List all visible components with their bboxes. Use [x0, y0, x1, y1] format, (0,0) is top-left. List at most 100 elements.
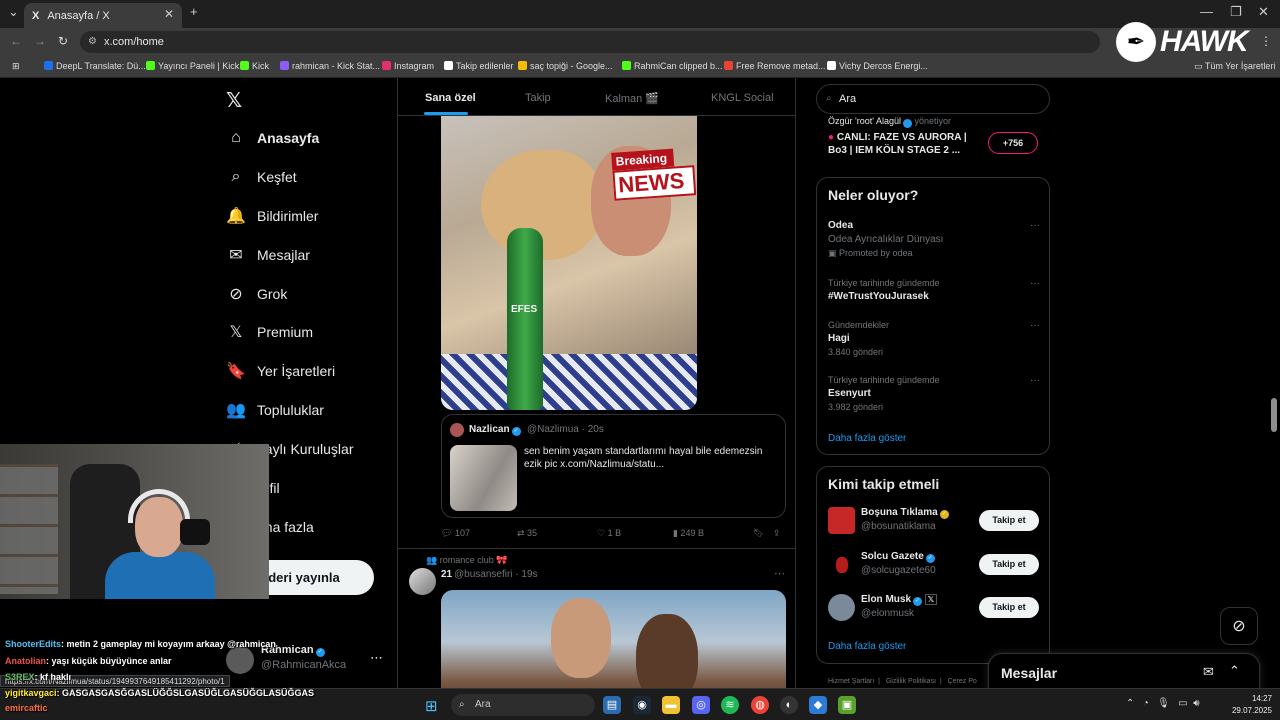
messages-drawer[interactable]: Mesajlar ✉ ⌃	[988, 653, 1260, 693]
obs-icon[interactable]: ◐	[780, 696, 798, 714]
nav-notifications[interactable]: 🔔 Bildirimler	[226, 202, 318, 230]
quote-thumbnail[interactable]	[450, 445, 517, 511]
follow-suggestion[interactable]: Solcu Gazete ✓ @solcugazete60 Takip et	[828, 549, 1040, 581]
follow-suggestion[interactable]: Elon Musk ✓ 𝕏 @elonmusk Takip et	[828, 592, 1040, 624]
account-more-icon[interactable]: ⋯	[370, 650, 383, 666]
follow-suggestion[interactable]: Boşuna Tıklama ✓ @bosunatiklama Takip et	[828, 505, 1040, 537]
browser-menu-icon[interactable]: ⋮	[1260, 34, 1272, 48]
bookmark-deepl[interactable]: DeepL Translate: Dü...	[44, 61, 146, 71]
nav-explore[interactable]: ⌕ Keşfet	[226, 163, 297, 191]
share-icon[interactable]: ⇪	[773, 528, 781, 539]
views-button[interactable]: ▮ 249 B	[673, 528, 704, 539]
follow-button[interactable]: Takip et	[979, 597, 1039, 618]
follow-button[interactable]: Takip et	[979, 554, 1039, 575]
nav-home[interactable]: ⌂ Anasayfa	[226, 124, 319, 152]
reload-icon[interactable]: ↻	[58, 34, 68, 48]
tab-kngl-social[interactable]: KNGL Social	[711, 92, 774, 104]
avatar[interactable]	[409, 568, 436, 595]
chrome-icon[interactable]: ◍	[751, 696, 769, 714]
file-explorer-icon[interactable]: ▬	[662, 696, 680, 714]
display-icon[interactable]: ▭	[1178, 698, 1187, 709]
privacy-link[interactable]: Gizlilik Politikası	[886, 678, 936, 685]
clock[interactable]: 14:27 29.07.2025	[1222, 693, 1272, 717]
site-info-icon[interactable]: ⚙	[88, 31, 97, 53]
windows-start-icon[interactable]: ⊞	[425, 697, 438, 715]
reply-button[interactable]: 💬︎ 107	[441, 528, 470, 539]
bookmark-clipped[interactable]: RahmiCan clipped b...	[622, 61, 723, 71]
bookmark-kick-stats[interactable]: rahmican - Kick Stat...	[280, 61, 380, 71]
trend-more-icon[interactable]: ···	[1030, 278, 1040, 289]
steam-icon[interactable]: ◉	[633, 696, 651, 714]
active-tab-indicator	[424, 112, 468, 115]
bookmark-instagram[interactable]: Instagram	[382, 61, 434, 71]
tab-for-you[interactable]: Sana özel	[425, 92, 476, 104]
man-shape	[551, 598, 611, 678]
nav-premium[interactable]: 𝕏 Premium	[226, 318, 313, 346]
spotify-icon[interactable]: ≋	[721, 696, 739, 714]
home-icon: ⌂	[231, 129, 241, 146]
terms-link[interactable]: Hizmet Şartları	[828, 678, 874, 685]
close-window-icon[interactable]: ✕	[1258, 4, 1269, 20]
trend-more-icon[interactable]: ···	[1030, 375, 1040, 386]
new-tab-button[interactable]: +	[190, 4, 198, 19]
url-field[interactable]: ⚙ x.com/home	[80, 31, 1100, 53]
new-message-icon[interactable]: ✉	[1203, 664, 1214, 680]
nav-communities[interactable]: 👥 Topluluklar	[226, 396, 324, 424]
show-more-link[interactable]: Daha fazla göster	[828, 433, 906, 444]
trend-item[interactable]: Türkiye tarihinde gündemde #WeTrustYouJu…	[828, 278, 1040, 302]
bookmark-google[interactable]: saç topiği - Google...	[518, 61, 613, 71]
expand-icon[interactable]: ⌃	[1229, 663, 1240, 679]
nav-bookmarks[interactable]: 🔖 Yer İşaretleri	[226, 357, 335, 385]
trend-item[interactable]: Gündemdekiler Hagi 3.840 gönderi ···	[828, 320, 1040, 357]
post-image[interactable]: EFES Breaking NEWS	[441, 116, 697, 410]
scrollbar[interactable]	[1271, 398, 1277, 432]
tab-following[interactable]: Takip	[525, 92, 551, 104]
tray-chevron-icon[interactable]: ⌃	[1126, 698, 1134, 709]
minecraft-icon[interactable]: ▣	[838, 696, 856, 714]
system-tray[interactable]: ⌃ ◔ 🎙︎ ▭ 🔊︎	[1126, 698, 1200, 709]
repost-button[interactable]: ⇄ 35	[517, 528, 537, 539]
taskview-icon[interactable]: ▤	[603, 696, 621, 714]
x-logo-icon[interactable]: 𝕏	[226, 88, 242, 113]
minimize-icon[interactable]: —	[1200, 4, 1213, 19]
browser-tab[interactable]: X Anasayfa / X ✕	[24, 3, 182, 28]
mic-icon[interactable]: 🎙︎	[1157, 698, 1170, 709]
trend-item[interactable]: Türkiye tarihinde gündemde Esenyurt 3.98…	[828, 375, 1040, 412]
volume-icon[interactable]: 🔊︎	[1193, 698, 1199, 709]
tab-kalman[interactable]: Kalman 🎬	[605, 92, 659, 105]
quoted-post[interactable]: Nazlican ✓ @Nazlimua · 20s sen benim yaşa…	[441, 414, 786, 518]
post-author-name[interactable]: 21	[441, 569, 452, 580]
tab-list-icon[interactable]: ⌄	[8, 4, 19, 20]
taskbar-search[interactable]: ⌕ Ara	[451, 694, 595, 716]
post-more-icon[interactable]: ⋯	[774, 567, 785, 580]
back-icon[interactable]: ←	[10, 34, 22, 48]
bookmark-remove-metadata[interactable]: Free Remove metad...	[724, 61, 826, 71]
grok-floating-button[interactable]: ⊘	[1220, 607, 1258, 645]
bookmark-kick-panel[interactable]: Yayıncı Paneli | Kick	[146, 61, 239, 71]
bookmark-following[interactable]: Takip edilenler	[444, 61, 514, 71]
forward-icon[interactable]: →	[34, 34, 46, 48]
nav-messages[interactable]: ✉ Mesajlar	[226, 241, 310, 269]
trend-item[interactable]: Odea Odea Ayrıcalıklar Dünyası ▣ Promote…	[828, 220, 1040, 259]
close-tab-icon[interactable]: ✕	[164, 7, 174, 21]
bookmark-vichy[interactable]: Vichy Dercos Energi...	[827, 61, 928, 71]
all-bookmarks[interactable]: ▭ Tüm Yer İşaretleri	[1194, 61, 1275, 72]
cookie-link[interactable]: Çerez Po	[948, 678, 977, 685]
like-button[interactable]: ♡ 1 B	[597, 528, 621, 539]
rose-icon	[835, 557, 848, 573]
maximize-icon[interactable]: ❐	[1230, 4, 1242, 20]
live-listener-count[interactable]: +756	[988, 132, 1038, 154]
trend-more-icon[interactable]: ···	[1030, 220, 1040, 231]
app-icon[interactable]: ◆	[809, 696, 827, 714]
follow-button[interactable]: Takip et	[979, 510, 1039, 531]
nav-grok[interactable]: ⊘ Grok	[226, 280, 287, 308]
bookmark-post-icon[interactable]: 🔖︎	[753, 528, 764, 539]
bookmark-kick[interactable]: Kick	[240, 61, 269, 71]
wifi-icon[interactable]: ◔	[1143, 698, 1149, 709]
discord-icon[interactable]: ◎	[692, 696, 710, 714]
show-more-link[interactable]: Daha fazla göster	[828, 641, 906, 652]
trend-more-icon[interactable]: ···	[1030, 320, 1040, 331]
search-input[interactable]: ⌕ Ara	[816, 84, 1050, 114]
apps-icon[interactable]: ⊞	[12, 61, 20, 72]
live-space-card[interactable]: Özgür 'root' Alagül ✓ yönetiyor ● CANLI: …	[816, 112, 1050, 170]
